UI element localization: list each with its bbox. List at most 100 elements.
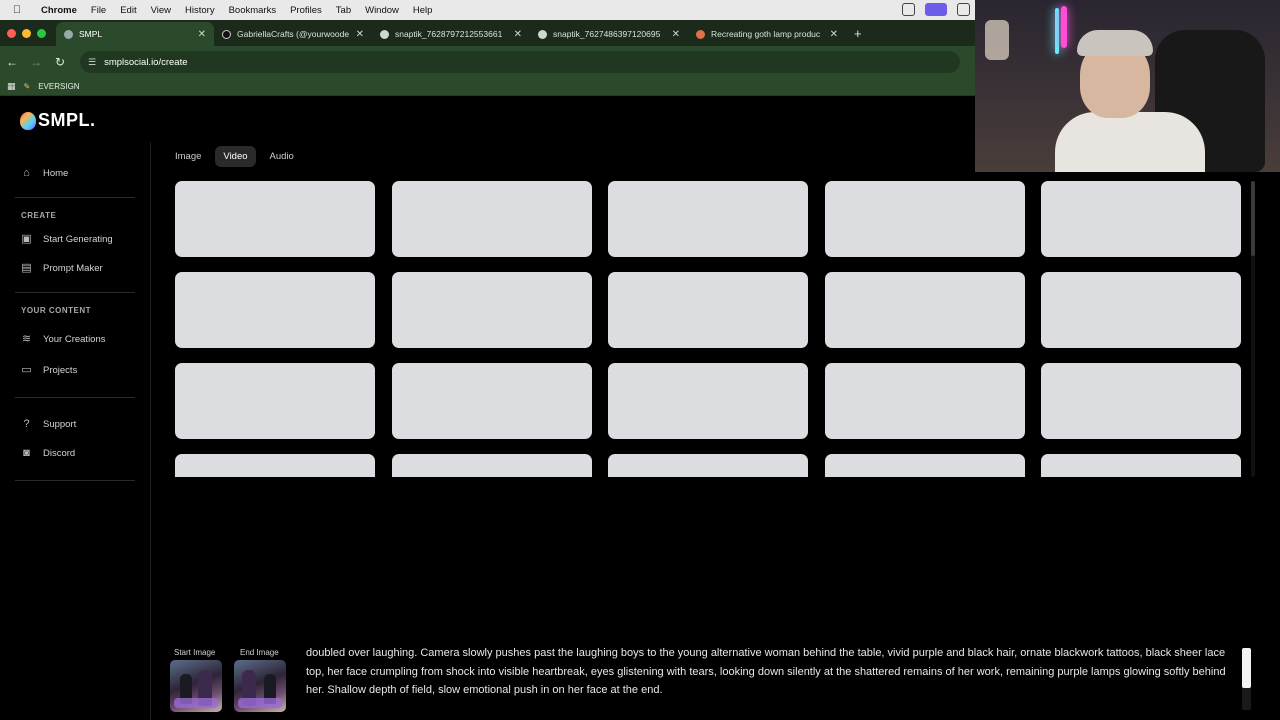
image-icon: ▣ xyxy=(21,233,32,245)
reload-icon[interactable]: ↻ xyxy=(48,55,72,69)
tab-video[interactable]: Video xyxy=(215,146,256,167)
video-placeholder-card[interactable] xyxy=(1041,272,1241,348)
video-placeholder-card[interactable] xyxy=(175,363,375,439)
media-type-tabs: Image Video Audio xyxy=(167,146,302,167)
close-tab-icon[interactable]: ✕ xyxy=(514,29,522,40)
sidebar-item-label: Discord xyxy=(43,448,76,459)
new-tab-button[interactable]: + xyxy=(846,26,862,46)
sidebar-item-start-generating[interactable]: ▣ Start Generating xyxy=(20,233,112,246)
menu-app-name[interactable]: Chrome xyxy=(34,5,84,16)
tab-gabriellacrafts[interactable]: GabriellaCrafts (@yourwoode ✕ xyxy=(214,22,372,46)
video-placeholder-card[interactable] xyxy=(175,454,375,477)
forward-icon[interactable]: → xyxy=(24,55,48,69)
menu-file[interactable]: File xyxy=(84,5,113,16)
tab-snaptik-1[interactable]: snaptik_7628797212553661 ✕ xyxy=(372,22,530,46)
sidebar-divider xyxy=(15,197,135,198)
close-window-button[interactable] xyxy=(7,29,16,38)
close-tab-icon[interactable]: ✕ xyxy=(672,29,680,40)
tiktok-favicon-icon xyxy=(222,29,231,39)
close-tab-icon[interactable]: ✕ xyxy=(830,29,838,40)
prompt-scrollbar[interactable] xyxy=(1242,648,1251,710)
claude-favicon-icon xyxy=(696,29,705,39)
help-circle-icon: ? xyxy=(23,418,30,430)
bookmark-eversign[interactable]: EVERSIGN xyxy=(38,82,79,91)
menu-help[interactable]: Help xyxy=(406,5,440,16)
zoom-window-button[interactable] xyxy=(37,29,46,38)
address-bar[interactable]: ☰ smplsocial.io/create xyxy=(80,51,960,73)
menu-view[interactable]: View xyxy=(144,5,178,16)
menu-bookmarks[interactable]: Bookmarks xyxy=(222,5,284,16)
site-info-icon[interactable]: ☰ xyxy=(88,57,96,68)
sidebar-item-discord[interactable]: ◙ Discord xyxy=(20,447,75,460)
smpl-logo[interactable]: SMPL. xyxy=(20,110,96,131)
sidebar-item-label: Support xyxy=(43,419,77,430)
tab-recreating-goth-lamp[interactable]: Recreating goth lamp produc ✕ xyxy=(688,22,846,46)
back-icon[interactable]: ← xyxy=(0,55,24,69)
prompt-textarea[interactable]: doubled over laughing. Camera slowly pus… xyxy=(306,644,1231,700)
prompt-maker-icon: ▤ xyxy=(21,262,32,274)
sidebar-item-your-creations[interactable]: ≋ Your Creations xyxy=(20,333,106,346)
url-text: smplsocial.io/create xyxy=(104,56,188,68)
video-placeholder-card[interactable] xyxy=(825,454,1025,477)
globe-favicon-icon xyxy=(380,29,389,39)
tab-audio[interactable]: Audio xyxy=(262,146,302,167)
screen-record-icon[interactable] xyxy=(925,3,947,16)
tab-snaptik-2[interactable]: snaptik_7627486397120695 ✕ xyxy=(530,22,688,46)
menu-edit[interactable]: Edit xyxy=(113,5,143,16)
sidebar-item-projects[interactable]: ▭ Projects xyxy=(20,364,77,377)
tab-title: GabriellaCrafts (@yourwoode xyxy=(237,29,350,39)
video-placeholder-card[interactable] xyxy=(608,272,808,348)
start-image-label: Start Image xyxy=(174,648,216,657)
database-icon: ≋ xyxy=(21,333,32,345)
video-placeholder-card[interactable] xyxy=(825,272,1025,348)
eversign-bookmark-icon: ✎ xyxy=(23,82,31,91)
menu-profiles[interactable]: Profiles xyxy=(283,5,329,16)
menu-window[interactable]: Window xyxy=(358,5,406,16)
sidebar-item-home[interactable]: ⌂ Home xyxy=(20,167,68,180)
menu-tab[interactable]: Tab xyxy=(329,5,358,16)
smpl-logo-mark-icon xyxy=(20,111,36,130)
sidebar-divider xyxy=(15,397,135,398)
video-placeholder-card[interactable] xyxy=(825,363,1025,439)
logo-wordmark: SMPL. xyxy=(38,110,96,130)
apps-grid-icon[interactable]: ▦ xyxy=(7,81,16,92)
video-placeholder-card[interactable] xyxy=(175,181,375,257)
video-placeholder-card[interactable] xyxy=(392,181,592,257)
sidebar-item-label: Home xyxy=(43,168,69,179)
window-controls xyxy=(0,29,56,46)
camera-icon[interactable] xyxy=(957,3,970,16)
tab-image[interactable]: Image xyxy=(167,146,209,167)
video-placeholder-card[interactable] xyxy=(825,181,1025,257)
smpl-app: SMPL. ⌂ Home CREATE ▣ Start Generating ▤… xyxy=(0,96,1280,720)
apple-menu-icon[interactable]:  xyxy=(0,4,34,16)
sidebar-item-label: Projects xyxy=(43,365,78,376)
status-icon[interactable] xyxy=(902,3,915,16)
webcam-overlay xyxy=(975,0,1280,172)
video-placeholder-card[interactable] xyxy=(608,181,808,257)
grid-scrollbar[interactable] xyxy=(1251,181,1255,477)
smpl-favicon-icon xyxy=(64,29,73,39)
sidebar-item-support[interactable]: ? Support xyxy=(20,418,76,431)
close-tab-icon[interactable]: ✕ xyxy=(198,29,206,40)
sidebar-item-prompt-maker[interactable]: ▤ Prompt Maker xyxy=(20,262,102,275)
video-placeholder-card[interactable] xyxy=(1041,181,1241,257)
video-placeholder-card[interactable] xyxy=(1041,454,1241,477)
prompt-panel: Start Image End Image doubled over laugh… xyxy=(151,640,1280,720)
minimize-window-button[interactable] xyxy=(22,29,31,38)
video-placeholder-card[interactable] xyxy=(392,454,592,477)
video-placeholder-card[interactable] xyxy=(608,454,808,477)
tab-smpl[interactable]: SMPL ✕ xyxy=(56,22,214,46)
video-placeholder-card[interactable] xyxy=(392,272,592,348)
menu-history[interactable]: History xyxy=(178,5,222,16)
close-tab-icon[interactable]: ✕ xyxy=(356,29,364,40)
video-placeholder-card[interactable] xyxy=(175,272,375,348)
video-placeholder-card[interactable] xyxy=(1041,363,1241,439)
sidebar-section-your-content: YOUR CONTENT xyxy=(21,306,91,315)
video-placeholder-card[interactable] xyxy=(608,363,808,439)
end-image-thumbnail[interactable] xyxy=(234,660,286,712)
start-image-thumbnail[interactable] xyxy=(170,660,222,712)
grid-scrollbar-thumb[interactable] xyxy=(1251,181,1255,256)
prompt-scrollbar-thumb[interactable] xyxy=(1242,648,1251,688)
video-placeholder-card[interactable] xyxy=(392,363,592,439)
sidebar-divider xyxy=(15,292,135,293)
